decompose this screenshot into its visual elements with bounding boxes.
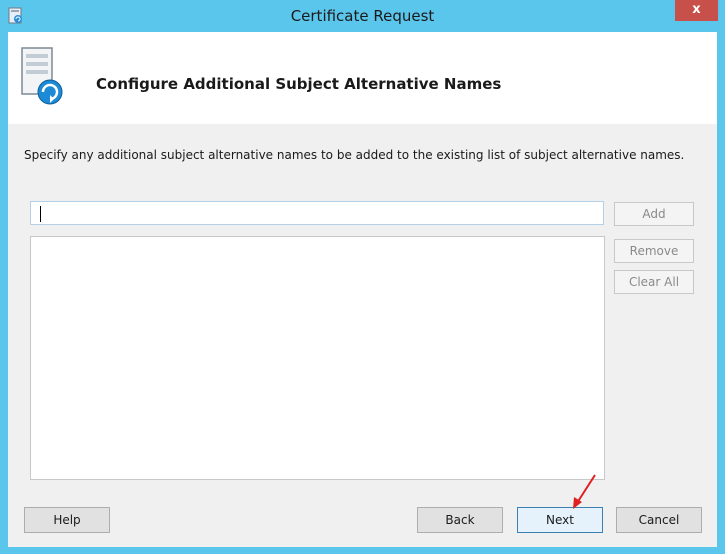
dialog-body: Configure Additional Subject Alternative…: [8, 32, 717, 547]
certificate-request-window: Certificate Request x Configure Addition…: [0, 0, 725, 554]
close-button[interactable]: x: [675, 0, 718, 21]
remove-button[interactable]: Remove: [614, 239, 694, 263]
server-certificate-icon: [21, 47, 63, 105]
back-button[interactable]: Back: [417, 507, 503, 533]
instruction-text: Specify any additional subject alternati…: [24, 148, 685, 162]
annotation-arrow-icon: [573, 474, 596, 509]
title-bar[interactable]: Certificate Request x: [0, 0, 725, 32]
wizard-header: Configure Additional Subject Alternative…: [8, 32, 717, 124]
text-caret: [40, 206, 41, 222]
add-button[interactable]: Add: [614, 202, 694, 226]
san-list[interactable]: [30, 236, 605, 480]
cancel-button[interactable]: Cancel: [616, 507, 702, 533]
clear-all-button[interactable]: Clear All: [614, 270, 694, 294]
san-input[interactable]: [30, 201, 604, 225]
page-title: Configure Additional Subject Alternative…: [96, 75, 502, 93]
window-title: Certificate Request: [290, 7, 435, 25]
help-button[interactable]: Help: [24, 507, 110, 533]
